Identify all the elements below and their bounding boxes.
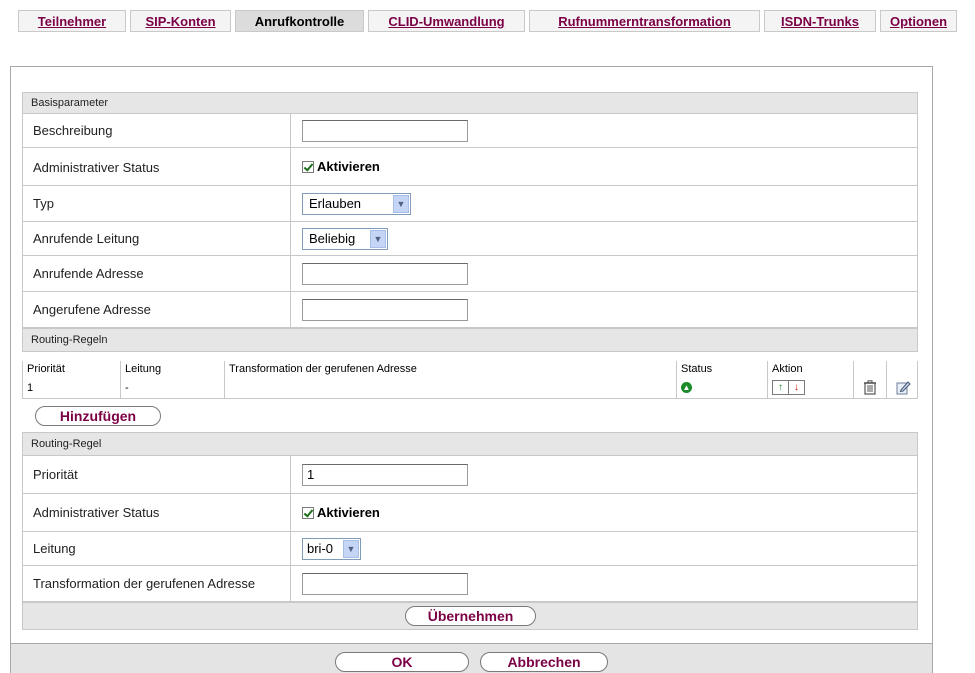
- anrufende-leitung-value: Beliebig: [309, 231, 356, 246]
- section-routing-regel: Routing-Regel: [22, 432, 918, 456]
- section-basisparameter: Basisparameter: [22, 92, 918, 114]
- admin-status-check-label: Aktivieren: [317, 159, 380, 174]
- rule-leitung-select[interactable]: bri-0 ▼: [302, 537, 361, 560]
- admin-status-checkbox[interactable]: Aktivieren: [302, 159, 380, 174]
- checkbox-checked-icon: [302, 506, 314, 519]
- anrufende-leitung-label: Anrufende Leitung: [33, 231, 140, 246]
- rule-leitung-label: Leitung: [33, 541, 76, 556]
- rule-transformation-input[interactable]: [302, 572, 468, 595]
- angerufene-adresse-label: Angerufene Adresse: [33, 302, 151, 317]
- anrufende-adresse-input[interactable]: [302, 262, 468, 285]
- anrufende-adresse-label: Anrufende Adresse: [33, 266, 144, 281]
- section-routing-regeln: Routing-Regeln: [22, 328, 918, 352]
- chevron-down-icon: ▼: [393, 194, 409, 213]
- rule-prioritaet-input[interactable]: [302, 463, 468, 486]
- row-rule-leitung: Leitung bri-0 ▼: [22, 532, 918, 566]
- row-anrufende-leitung: Anrufende Leitung Beliebig ▼: [22, 222, 918, 256]
- row-prioritaet: 1: [27, 381, 34, 394]
- col-prioritaet: Priorität: [27, 363, 65, 375]
- ok-button[interactable]: OK: [335, 652, 469, 672]
- move-down-icon[interactable]: ↓: [789, 381, 804, 394]
- chevron-down-icon: ▼: [343, 539, 359, 558]
- move-up-icon[interactable]: ↑: [773, 381, 789, 394]
- beschreibung-label: Beschreibung: [33, 123, 113, 138]
- tab-anrufkontrolle[interactable]: Anrufkontrolle: [235, 10, 364, 32]
- col-leitung: Leitung: [120, 361, 224, 377]
- footer-bar: [10, 643, 933, 673]
- tab-sip-konten[interactable]: SIP-Konten: [130, 10, 231, 32]
- hinzufuegen-button[interactable]: Hinzufügen: [35, 406, 161, 426]
- typ-select[interactable]: Erlauben ▼: [302, 192, 411, 215]
- chevron-down-icon: ▼: [370, 229, 386, 248]
- typ-select-value: Erlauben: [309, 196, 362, 211]
- abbrechen-button[interactable]: Abbrechen: [480, 652, 608, 672]
- row-leitung: -: [120, 377, 224, 398]
- rule-prioritaet-label: Priorität: [33, 467, 78, 482]
- checkbox-checked-icon: [302, 160, 314, 173]
- col-status: Status: [676, 361, 767, 377]
- tab-optionen[interactable]: Optionen: [880, 10, 957, 32]
- rule-admin-status-checkbox[interactable]: Aktivieren: [302, 505, 380, 520]
- tab-isdn-trunks[interactable]: ISDN-Trunks: [764, 10, 876, 32]
- row-typ: Typ Erlauben ▼: [22, 186, 918, 222]
- edit-icon[interactable]: [895, 380, 911, 396]
- tab-clid-umwandlung[interactable]: CLID-Umwandlung: [368, 10, 525, 32]
- tab-rufnummerntransformation[interactable]: Rufnummerntransformation: [529, 10, 760, 32]
- row-anrufende-adresse: Anrufende Adresse: [22, 256, 918, 292]
- rule-admin-status-check-label: Aktivieren: [317, 505, 380, 520]
- trash-icon[interactable]: [862, 380, 878, 396]
- tab-bar: Teilnehmer SIP-Konten Anrufkontrolle CLI…: [0, 0, 975, 46]
- uebernehmen-button[interactable]: Übernehmen: [405, 606, 536, 626]
- angerufene-adresse-input[interactable]: [302, 298, 468, 321]
- beschreibung-input[interactable]: [302, 119, 468, 142]
- table-row: 1 - ▲ ↑ ↓: [22, 377, 918, 399]
- row-transformation: [224, 377, 676, 398]
- row-beschreibung: Beschreibung: [22, 114, 918, 148]
- col-transformation: Transformation der gerufenen Adresse: [224, 361, 676, 377]
- tab-teilnehmer[interactable]: Teilnehmer: [18, 10, 126, 32]
- rule-leitung-value: bri-0: [307, 541, 334, 556]
- priority-arrows: ↑ ↓: [772, 380, 805, 395]
- row-rule-admin-status: Administrativer Status Aktivieren: [22, 494, 918, 532]
- routing-rules-table-header: Priorität Leitung Transformation der ger…: [22, 361, 918, 378]
- status-active-icon: ▲: [681, 382, 692, 393]
- row-angerufene-adresse: Angerufene Adresse: [22, 292, 918, 328]
- row-admin-status: Administrativer Status Aktivieren: [22, 148, 918, 186]
- anrufende-leitung-select[interactable]: Beliebig ▼: [302, 227, 388, 250]
- rule-transformation-label: Transformation der gerufenen Adresse: [33, 576, 256, 591]
- col-aktion: Aktion: [767, 361, 853, 377]
- row-rule-prioritaet: Priorität: [22, 456, 918, 494]
- typ-label: Typ: [33, 196, 54, 211]
- row-rule-transformation: Transformation der gerufenen Adresse: [22, 566, 918, 602]
